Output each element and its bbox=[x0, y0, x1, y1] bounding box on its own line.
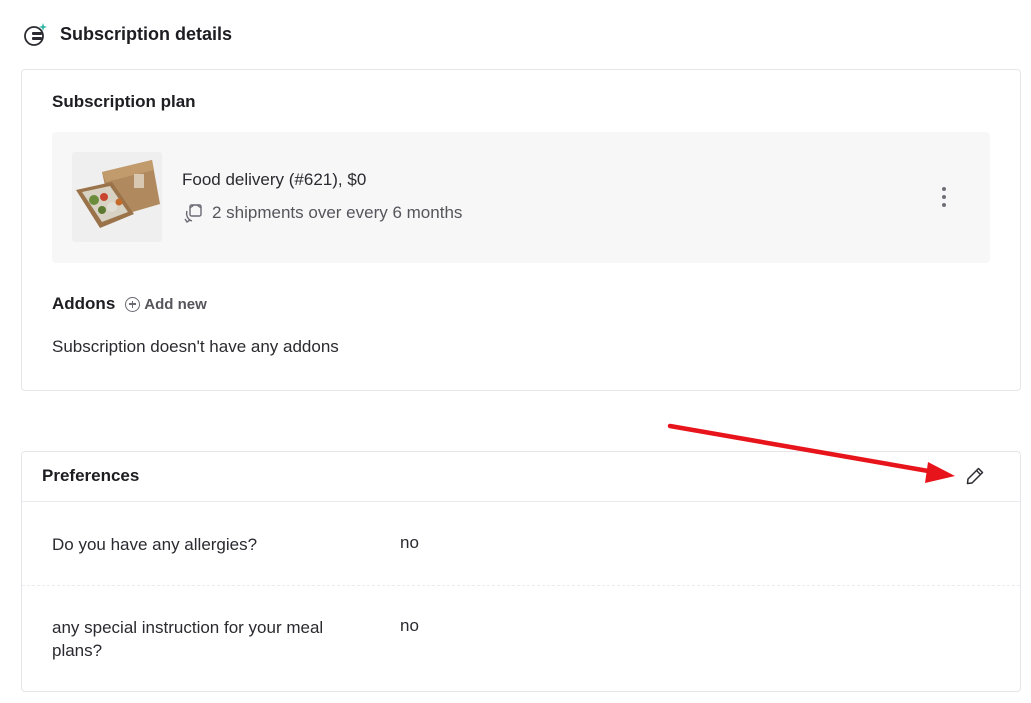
preference-answer: no bbox=[400, 533, 419, 552]
shipments-text: 2 shipments over every 6 months bbox=[212, 203, 463, 222]
subscription-refresh-icon bbox=[22, 20, 50, 48]
page-title: Subscription details bbox=[60, 23, 233, 44]
preference-row: any special instruction for your meal pl… bbox=[22, 587, 1020, 691]
pencil-icon[interactable] bbox=[964, 465, 986, 487]
preferences-title: Preferences bbox=[42, 466, 140, 485]
preference-question: Do you have any allergies? bbox=[52, 535, 258, 554]
plan-item: Food delivery (#621), $0 2 shipments ove… bbox=[52, 132, 990, 263]
preference-question: any special instruction for your meal pl… bbox=[52, 618, 324, 660]
add-addon-label: Add new bbox=[144, 295, 207, 313]
preference-row: Do you have any allergies? no bbox=[22, 503, 1020, 586]
product-name[interactable]: Food delivery (#621), $0 bbox=[182, 170, 366, 190]
shipment-cycle-icon bbox=[182, 202, 206, 224]
dot-3 bbox=[942, 203, 946, 207]
add-addon-button[interactable]: Add new bbox=[125, 296, 207, 313]
preferences-card: Preferences Do you have any allergies? n… bbox=[21, 451, 1021, 692]
plan-heading: Subscription plan bbox=[52, 92, 196, 111]
addons-title: Addons bbox=[52, 294, 116, 313]
preference-answer: no bbox=[400, 616, 419, 635]
more-vertical-icon[interactable] bbox=[936, 184, 952, 210]
preferences-header: Preferences bbox=[22, 452, 1020, 502]
addons-header: Addons Add new bbox=[52, 294, 207, 314]
add-circle-icon bbox=[125, 296, 141, 312]
section-header: Subscription details bbox=[22, 16, 232, 52]
subscription-plan-card: Subscription plan Food delivery (#621), … bbox=[21, 69, 1021, 391]
shipments-info: 2 shipments over every 6 months bbox=[182, 202, 462, 224]
meal-box-image bbox=[72, 152, 162, 242]
addons-empty-text: Subscription doesn't have any addons bbox=[52, 337, 339, 356]
dot-1 bbox=[942, 187, 946, 191]
dot-2 bbox=[942, 195, 946, 199]
